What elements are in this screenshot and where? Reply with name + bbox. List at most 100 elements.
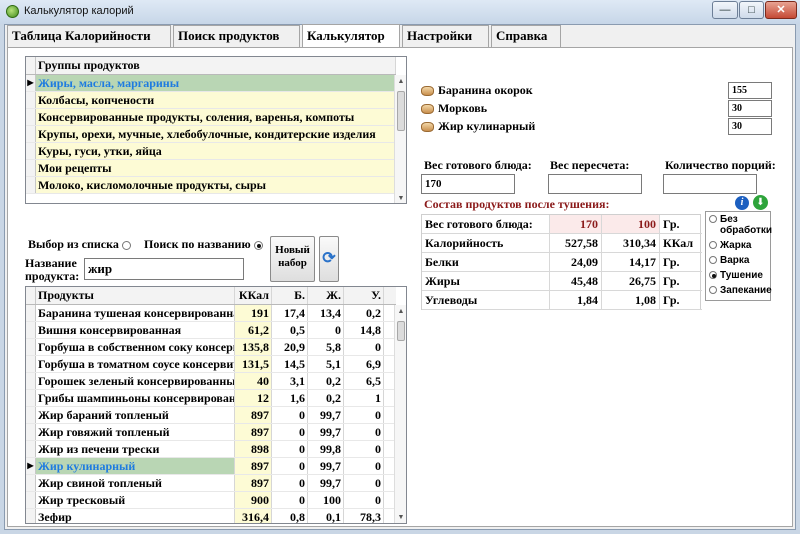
- processing-option[interactable]: Жарка: [709, 240, 769, 251]
- portions-input[interactable]: [663, 174, 757, 194]
- client-area: Таблица Калорийности Поиск продуктов Кал…: [4, 24, 796, 530]
- row-header: [26, 441, 36, 457]
- row-header: [26, 143, 36, 159]
- processing-radio[interactable]: [709, 271, 717, 280]
- row-header: [26, 492, 36, 508]
- composition-row: Углеводы 1,84 1,08 Гр.: [422, 291, 702, 310]
- group-row[interactable]: Куры, гуси, утки, яйца: [26, 143, 396, 160]
- tab-product-search[interactable]: Поиск продуктов: [173, 25, 300, 47]
- portions-label: Количество порций:: [665, 158, 776, 172]
- protein-value: 0,5: [272, 322, 308, 338]
- by-name-radio[interactable]: [253, 240, 263, 250]
- ingredient-row[interactable]: Морковь 30: [421, 100, 772, 118]
- processing-option[interactable]: Варка: [709, 255, 769, 266]
- product-row[interactable]: ▶ Жир кулинарный 897 0 99,7 0: [26, 458, 396, 475]
- product-name: Вишня консервированная: [36, 322, 235, 338]
- processing-radio[interactable]: [709, 215, 717, 224]
- protein-column-header[interactable]: Б.: [272, 287, 308, 304]
- processing-radio[interactable]: [709, 241, 717, 250]
- group-row[interactable]: Молоко, кисломолочные продукты, сыры: [26, 177, 396, 194]
- group-row[interactable]: Мои рецепты: [26, 160, 396, 177]
- product-row[interactable]: Жир свиной топленый 897 0 99,7 0: [26, 475, 396, 492]
- tab-help[interactable]: Справка: [491, 25, 561, 47]
- protein-value: 0: [272, 407, 308, 423]
- refresh-button[interactable]: ⟳: [319, 236, 339, 282]
- product-row[interactable]: Жир бараний топленый 897 0 99,7 0: [26, 407, 396, 424]
- scroll-thumb[interactable]: [397, 321, 405, 341]
- ingredient-icon: [421, 104, 434, 114]
- comp-value-per100: 14,17: [602, 253, 660, 271]
- scroll-up-icon[interactable]: ▲: [395, 305, 406, 317]
- product-row[interactable]: Вишня консервированная 61,2 0,5 0 14,8: [26, 322, 396, 339]
- kcal-value: 900: [235, 492, 272, 508]
- product-row[interactable]: Баранина тушеная консервированная 191 17,4…: [26, 305, 396, 322]
- processing-option[interactable]: Запекание: [709, 285, 772, 296]
- scroll-down-icon[interactable]: ▼: [395, 192, 406, 203]
- product-row[interactable]: Зефир 316,4 0,8 0,1 78,3: [26, 509, 396, 523]
- product-row[interactable]: Жир из печени трески 898 0 99,8 0: [26, 441, 396, 458]
- product-row[interactable]: Горбуша в собственном соку консервирован…: [26, 339, 396, 356]
- ingredient-row[interactable]: Баранина окорок 155: [421, 82, 772, 100]
- composition-row: Жиры 45,48 26,75 Гр.: [422, 272, 702, 291]
- fat-value: 0,1: [308, 509, 344, 523]
- product-row[interactable]: Горбуша в томатном соусе консервированна…: [26, 356, 396, 373]
- products-column-header[interactable]: Продукты: [36, 287, 235, 304]
- scroll-thumb[interactable]: [397, 91, 405, 131]
- product-row[interactable]: Горошек зеленый консервированный 40 3,1 0,2…: [26, 373, 396, 390]
- kcal-value: 316,4: [235, 509, 272, 523]
- download-icon[interactable]: ⬇: [753, 195, 768, 210]
- kcal-value: 131,5: [235, 356, 272, 372]
- processing-option[interactable]: Тушение: [709, 270, 769, 281]
- by-name-option[interactable]: Поиск по названию: [144, 237, 263, 252]
- group-row[interactable]: ▶ Жиры, масла, маргарины: [26, 75, 396, 92]
- new-set-button[interactable]: Новый набор: [270, 236, 315, 282]
- carbs-value: 0: [344, 458, 384, 474]
- ingredient-weight-input[interactable]: 30: [728, 118, 772, 135]
- tab-calculator[interactable]: Калькулятор: [302, 24, 400, 48]
- comp-value-total: 1,84: [550, 291, 602, 309]
- groups-column-header[interactable]: Группы продуктов: [36, 57, 396, 74]
- tab-settings[interactable]: Настройки: [402, 25, 489, 47]
- group-name: Молоко, кисломолочные продукты, сыры: [38, 178, 267, 192]
- processing-options-box: Без обработки Жарка Варка Тушение Запекание: [705, 211, 772, 301]
- from-list-option[interactable]: Выбор из списка: [28, 237, 131, 252]
- fat-column-header[interactable]: Ж.: [308, 287, 344, 304]
- group-row[interactable]: Крупы, орехи, мучные, хлебобулочные, кон…: [26, 126, 396, 143]
- minimize-button[interactable]: —: [712, 1, 738, 19]
- protein-value: 17,4: [272, 305, 308, 321]
- ingredient-name: Морковь: [438, 101, 488, 115]
- scroll-up-icon[interactable]: ▲: [395, 75, 406, 87]
- scroll-down-icon[interactable]: ▼: [395, 511, 406, 523]
- groups-scrollbar[interactable]: ▲ ▼: [394, 75, 406, 203]
- title-bar[interactable]: Калькулятор калорий — □ ✕: [0, 0, 800, 24]
- comp-label: Белки: [422, 253, 550, 271]
- ingredient-weight-input[interactable]: 30: [728, 100, 772, 117]
- maximize-button[interactable]: □: [739, 1, 764, 19]
- group-row[interactable]: Консервированные продукты, соления, варе…: [26, 109, 396, 126]
- ingredient-weight-input[interactable]: 155: [728, 82, 772, 99]
- processing-radio[interactable]: [709, 256, 717, 265]
- product-row[interactable]: Грибы шампиньоны консервированные121,60,…: [26, 390, 396, 407]
- product-row[interactable]: Жир тресковый 900 0 100 0: [26, 492, 396, 509]
- info-icon[interactable]: i: [735, 196, 749, 210]
- group-name: Куры, гуси, утки, яйца: [38, 144, 162, 158]
- product-name-input[interactable]: жир: [84, 258, 244, 280]
- product-name: Жир из печени трески: [36, 441, 235, 457]
- carbs-column-header[interactable]: У.: [344, 287, 384, 304]
- processing-option[interactable]: Без обработки: [709, 214, 772, 236]
- ingredient-row[interactable]: Жир кулинарный 30: [421, 118, 772, 136]
- kcal-column-header[interactable]: ККал: [235, 287, 272, 304]
- comp-unit: Гр.: [663, 255, 680, 269]
- from-list-radio[interactable]: [121, 240, 131, 250]
- comp-label: Жиры: [422, 272, 550, 290]
- group-row[interactable]: Колбасы, копчености: [26, 92, 396, 109]
- close-button[interactable]: ✕: [765, 1, 797, 19]
- ready-weight-input[interactable]: 170: [421, 174, 515, 194]
- from-list-label: Выбор из списка: [28, 237, 119, 251]
- processing-radio[interactable]: [709, 286, 717, 295]
- product-row[interactable]: Жир говяжий топленый 897 0 99,7 0: [26, 424, 396, 441]
- composition-row: Калорийность 527,58 310,34 ККал: [422, 234, 702, 253]
- tab-calorie-table[interactable]: Таблица Калорийности: [7, 25, 171, 47]
- recalc-weight-input[interactable]: [548, 174, 642, 194]
- products-scrollbar[interactable]: ▲ ▼: [394, 305, 406, 523]
